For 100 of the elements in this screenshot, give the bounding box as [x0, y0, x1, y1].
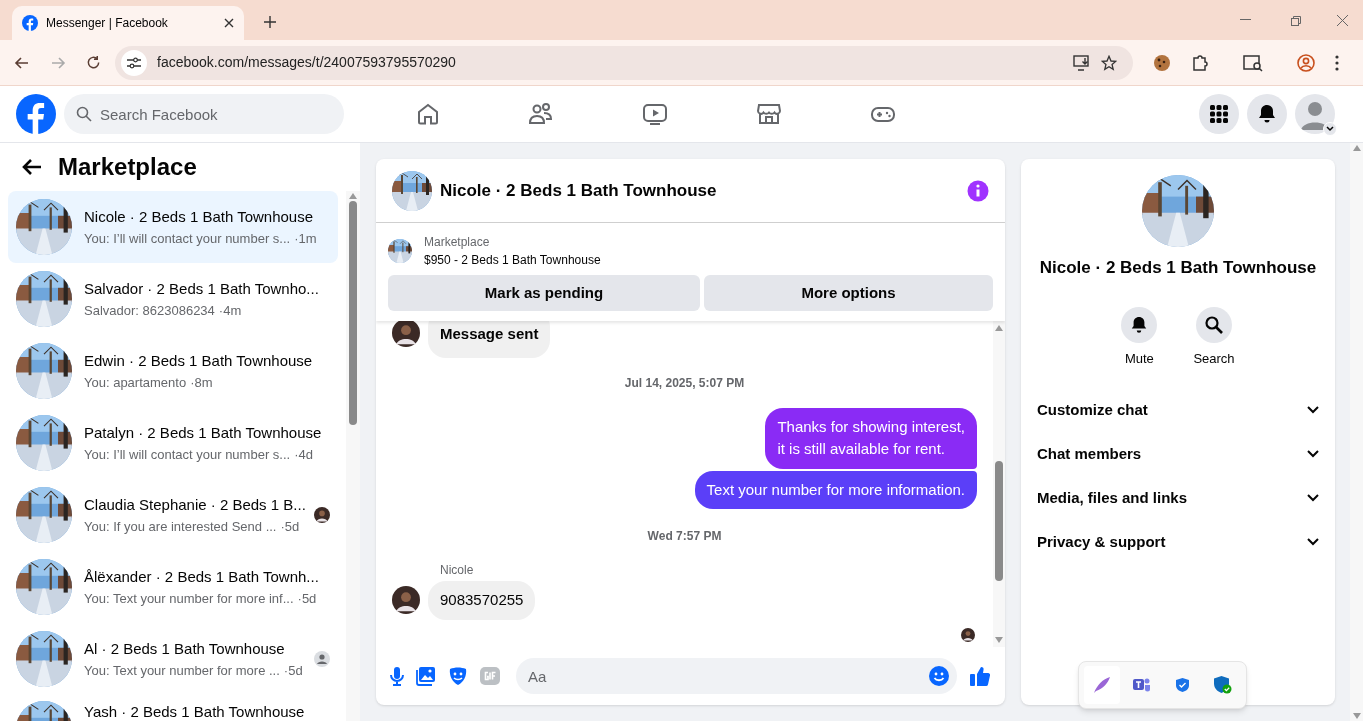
search-icon: [1205, 315, 1223, 334]
avatar: [961, 627, 975, 642]
scrollbar[interactable]: [346, 191, 360, 721]
action-button[interactable]: Mark as pending: [388, 275, 700, 311]
search-button[interactable]: [1196, 306, 1232, 343]
scroll-down-icon[interactable]: [995, 637, 1003, 643]
search-field[interactable]: Search Facebook: [64, 94, 344, 134]
conversation-preview: You: Text your number for more inf...: [84, 589, 294, 608]
section-item[interactable]: Chat members: [1029, 432, 1327, 476]
conversation-preview: Salvador: 8623086234: [84, 301, 215, 320]
conversation-time: ·8m: [190, 373, 213, 392]
chevron-down-icon: [1307, 406, 1319, 414]
close-icon[interactable]: [224, 18, 234, 28]
facebook-logo-icon: [22, 15, 38, 31]
message-bubble: 9083570255: [428, 581, 536, 620]
conversation-preview: You: apartamento: [84, 373, 187, 392]
message-bubble: Thanks for showing interest, it is still available for rent.: [765, 407, 977, 469]
image-icon[interactable]: [416, 666, 436, 686]
conversation-item[interactable]: Salvador · 2 Beds 1 Bath Townho... Salvador: 8623086234 ·4m: [8, 263, 338, 335]
grid-icon: [1209, 104, 1229, 124]
scrollbar[interactable]: [1350, 143, 1363, 721]
conversation-item[interactable]: Nicole · 2 Beds 1 Bath Townhouse You: I’ll will contact your number s... ·1m: [8, 191, 338, 263]
scroll-up-icon[interactable]: [349, 193, 357, 199]
listing-title[interactable]: $950 - 2 Beds 1 Bath Townhouse: [424, 251, 601, 269]
notifications-button[interactable]: [1247, 94, 1287, 134]
conversation-item[interactable]: Claudia Stephanie · 2 Beds 1 B... You: If you are interested Send ... ·5d: [8, 479, 338, 551]
browser-tab[interactable]: Messenger | Facebook: [12, 6, 244, 40]
section-item[interactable]: Customize chat: [1029, 388, 1327, 432]
action-label: Search: [1193, 349, 1235, 368]
sender-name: Nicole: [440, 562, 475, 579]
action-label: Mute: [1124, 349, 1154, 368]
home-icon[interactable]: [416, 102, 440, 126]
facebook-logo-icon[interactable]: [16, 94, 56, 134]
star-icon[interactable]: [1101, 54, 1117, 71]
scroll-down-icon[interactable]: [1352, 713, 1361, 719]
menu-button[interactable]: [1199, 94, 1239, 134]
scroll-up-icon[interactable]: [995, 325, 1003, 331]
section-item[interactable]: Media, files and links: [1029, 476, 1327, 520]
thumbs-up-icon[interactable]: [969, 665, 991, 687]
conversation-item[interactable]: Ålëxander · 2 Beds 1 Bath Townh... You: Text your number for more inf... ·5d: [8, 551, 338, 623]
mute-button[interactable]: [1121, 306, 1158, 343]
contact-name: Nicole · 2 Beds 1 Bath Townhouse: [1039, 257, 1317, 279]
address-bar[interactable]: facebook.com/messages/t/24007593795570290: [115, 45, 1133, 80]
conversation-time: ·5d: [283, 661, 303, 680]
conversation-item[interactable]: Edwin · 2 Beds 1 Bath Townhouse You: apartamento ·8m: [8, 335, 338, 407]
conversation-time: ·4m: [218, 301, 242, 320]
listing-label: Marketplace: [424, 234, 491, 251]
conversation-preview: You: If you are interested Send ...: [84, 517, 277, 536]
site-settings-icon[interactable]: [121, 49, 147, 76]
tab-search-icon[interactable]: [1243, 53, 1263, 72]
conversation-time: ·5d: [297, 589, 317, 608]
message-timestamp: Wed 7:57 PM: [647, 528, 722, 545]
restore-icon[interactable]: [1291, 16, 1301, 26]
quill-icon[interactable]: [1084, 666, 1121, 704]
menu-icon[interactable]: [1335, 54, 1339, 71]
conversation-item[interactable]: Patalyn · 2 Beds 1 Bath Townhouse You: I’ll will contact your number s... ·4d: [8, 407, 338, 479]
reload-icon[interactable]: [86, 55, 101, 70]
install-icon[interactable]: [1073, 54, 1091, 71]
conversation-preview: You: Text your number for more ...: [84, 661, 280, 680]
url-text: facebook.com/messages/t/24007593795570290: [157, 53, 457, 72]
emoji-icon[interactable]: [929, 666, 949, 686]
profile-icon[interactable]: [1297, 53, 1315, 72]
scrollbar-thumb[interactable]: [349, 201, 357, 425]
conversation-preview: You: I’ll will contact your number s...: [84, 445, 291, 464]
caret-icon[interactable]: [1323, 122, 1337, 136]
cookie-icon[interactable]: [1153, 53, 1171, 72]
conversation-name: Nicole · 2 Beds 1 Bath Townhouse: [84, 207, 315, 227]
conversation-name: Salvador · 2 Beds 1 Bath Townho...: [84, 279, 320, 299]
scrollbar-thumb[interactable]: [995, 461, 1003, 581]
extensions-icon[interactable]: [1191, 53, 1209, 72]
section-item[interactable]: Privacy & support: [1029, 520, 1327, 564]
info-icon[interactable]: [967, 179, 989, 202]
microphone-icon[interactable]: [390, 666, 404, 686]
message-field[interactable]: Aa: [516, 658, 957, 694]
shop-icon[interactable]: [756, 102, 782, 126]
sticker-icon[interactable]: [448, 666, 468, 686]
video-icon[interactable]: [642, 102, 668, 126]
conversation-item[interactable]: Al · 2 Beds 1 Bath Townhouse You: Text your number for more ... ·5d: [8, 623, 338, 695]
scroll-up-icon[interactable]: [1352, 145, 1361, 151]
avatar: [392, 586, 420, 615]
conversation-name: Al · 2 Beds 1 Bath Townhouse: [84, 639, 286, 659]
sidebar-title: Marketplace: [58, 152, 197, 182]
conversation-item[interactable]: Yash · 2 Beds 1 Bath Townhouse: [8, 695, 338, 721]
message-timestamp: Jul 14, 2025, 5:07 PM: [624, 374, 745, 392]
back-icon[interactable]: [22, 158, 42, 176]
new-tab-icon[interactable]: [264, 16, 276, 28]
back-icon[interactable]: [14, 54, 30, 71]
avatar: [392, 321, 420, 348]
chevron-down-icon: [1307, 538, 1319, 546]
conversation-time: ·5d: [280, 517, 300, 536]
conversation-time: ·4d: [294, 445, 313, 464]
action-button[interactable]: More options: [704, 275, 993, 311]
conversation-name: Patalyn · 2 Beds 1 Bath Townhouse: [84, 423, 323, 443]
bell-icon: [1257, 104, 1277, 124]
message-bubble: Text your number for more information.: [694, 470, 977, 509]
friends-icon[interactable]: [528, 102, 554, 126]
chat-title[interactable]: Nicole · 2 Beds 1 Bath Townhouse: [440, 177, 959, 204]
scrollbar[interactable]: [993, 321, 1005, 647]
avatar: [314, 651, 330, 667]
conversation-name: Edwin · 2 Beds 1 Bath Townhouse: [84, 351, 314, 371]
